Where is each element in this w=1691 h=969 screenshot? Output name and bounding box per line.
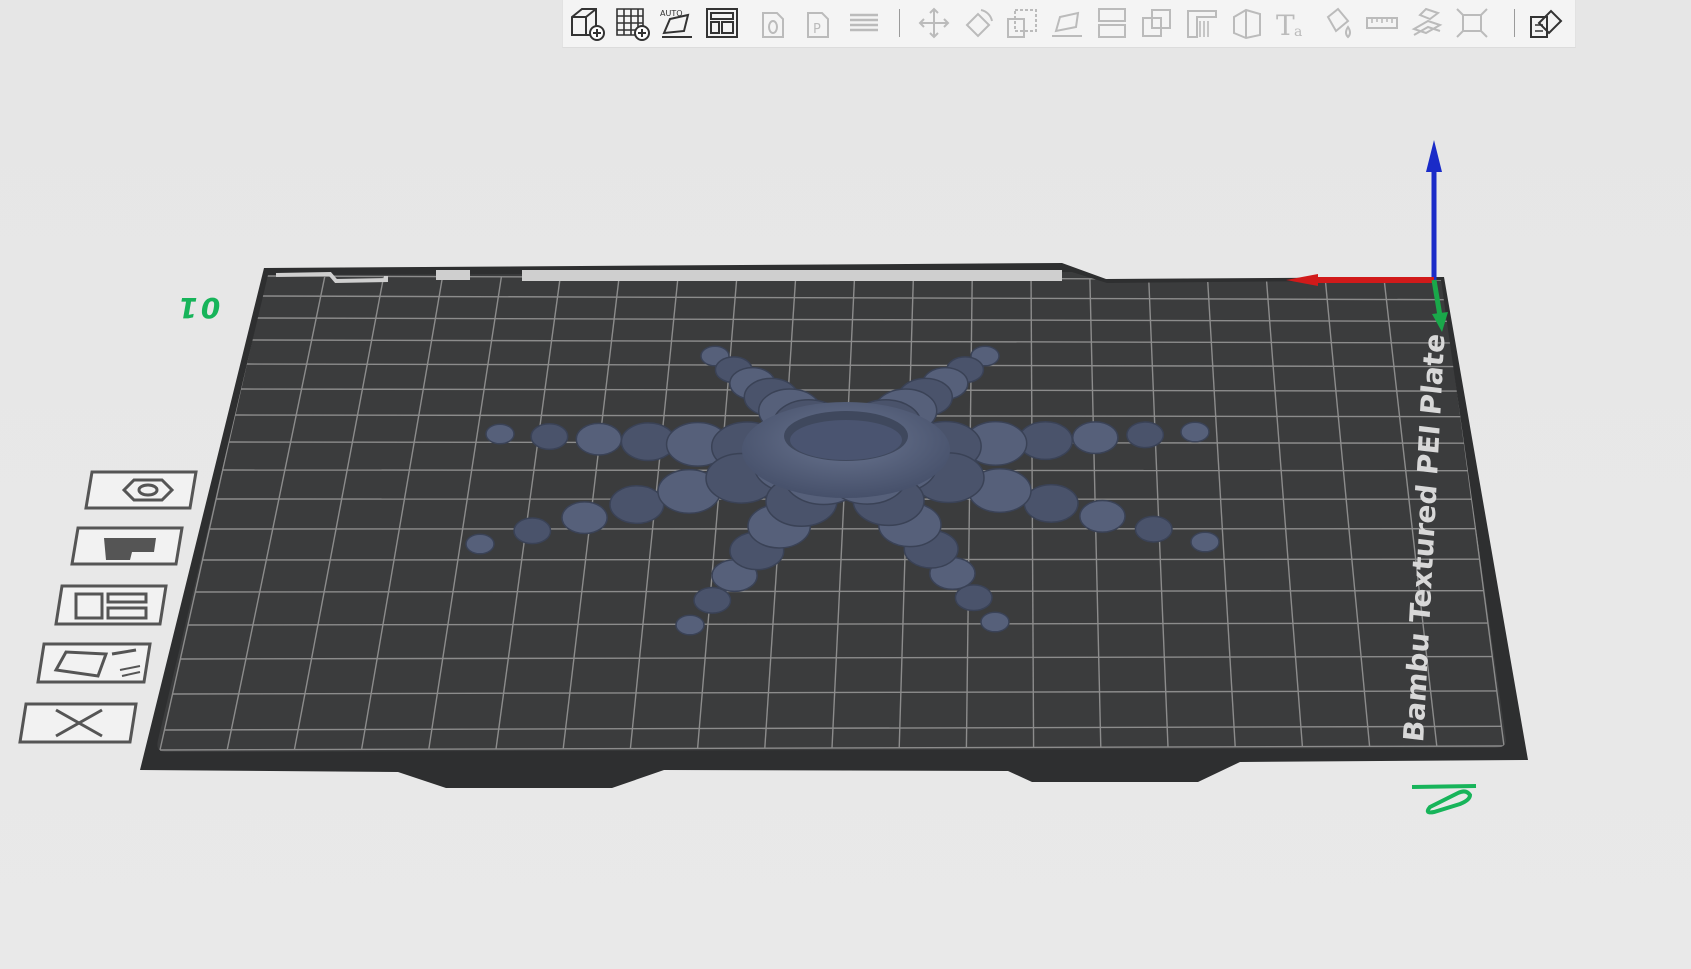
svg-text:P: P — [813, 22, 821, 37]
copy-button[interactable] — [755, 5, 793, 41]
star-segment — [1190, 531, 1220, 553]
svg-text:T: T — [1276, 9, 1295, 41]
star-segment — [1071, 421, 1119, 455]
add-object-icon — [571, 8, 605, 41]
star-segment — [675, 614, 705, 636]
lock-plate-button[interactable] — [70, 524, 188, 568]
auto-orient-button[interactable]: AUTO — [658, 5, 696, 41]
seam-paint-button[interactable] — [1228, 5, 1266, 41]
view-control-icon — [1530, 9, 1563, 38]
rotate-icon — [965, 9, 993, 38]
explode-icon — [1456, 8, 1488, 38]
assembly-view-button[interactable] — [1527, 5, 1565, 41]
boolean-icon — [1142, 9, 1171, 37]
star-segment — [693, 586, 732, 614]
plate-top-strip — [522, 270, 1062, 281]
paste-button[interactable]: P — [800, 5, 838, 41]
auto-orient-plate-button[interactable] — [36, 640, 156, 686]
star-segment — [1126, 421, 1165, 449]
3d-viewport[interactable]: 01 Bambu Textured PEI Plate — [0, 0, 1691, 969]
arrange-plate-icon — [54, 584, 168, 626]
star-segment — [513, 517, 552, 545]
arrange-icon — [706, 8, 738, 38]
auto-orient-plate-icon — [36, 642, 152, 684]
plate-number: 01 — [172, 291, 224, 324]
scale-icon — [1007, 9, 1037, 38]
measure-icon — [1366, 17, 1398, 29]
cut-icon — [1098, 8, 1126, 38]
cut-button[interactable] — [1093, 5, 1131, 41]
color-paint-icon — [1326, 7, 1351, 39]
delete-plate-button[interactable] — [18, 700, 140, 746]
support-paint-button[interactable] — [1183, 5, 1221, 41]
split-button[interactable] — [1453, 5, 1491, 41]
plate-settings-button[interactable] — [84, 468, 202, 512]
lock-plate-icon — [70, 526, 184, 566]
copy-icon — [762, 12, 784, 38]
star-segment — [530, 423, 569, 451]
arrange-button[interactable] — [703, 5, 741, 41]
toolbar-separator — [899, 9, 900, 37]
auto-orient-icon: AUTO — [660, 9, 692, 38]
star-segment — [561, 501, 608, 535]
layers-icon — [850, 13, 878, 32]
star-segment — [465, 533, 495, 555]
star-segment — [1180, 421, 1210, 443]
plate-origin-marker — [1411, 784, 1477, 815]
svg-text:a: a — [1294, 24, 1302, 40]
color-paint-button[interactable] — [1318, 5, 1356, 41]
delete-plate-icon — [18, 702, 138, 744]
text-icon: Ta — [1276, 9, 1302, 41]
lay-on-face-icon — [1052, 11, 1082, 37]
boolean-button[interactable] — [1138, 5, 1176, 41]
star-segment — [980, 611, 1010, 633]
move-icon — [918, 7, 950, 39]
toolbar-separator — [1514, 9, 1515, 37]
measure-button[interactable] — [1363, 5, 1401, 41]
star-segment — [1079, 499, 1126, 533]
grid-line — [202, 558, 1480, 561]
seam-paint-icon — [1233, 8, 1261, 40]
star-segment — [1134, 515, 1173, 543]
paste-icon: P — [807, 12, 829, 38]
star-segment — [609, 485, 665, 525]
rotate-button[interactable] — [959, 5, 997, 41]
text-button[interactable]: Ta — [1273, 5, 1311, 41]
star-segment — [1023, 483, 1079, 523]
arrange-plate-button[interactable] — [54, 582, 172, 628]
layers-button[interactable] — [845, 5, 883, 41]
top-toolbar: AUTO P Ta — [562, 0, 1576, 48]
add-plate-icon — [616, 8, 650, 41]
assembly-button[interactable] — [1408, 5, 1446, 41]
star-segment — [485, 423, 515, 445]
add-plate-button[interactable] — [613, 5, 651, 41]
lay-on-face-button[interactable] — [1048, 5, 1086, 41]
assembly-icon — [1411, 7, 1443, 36]
star-segment — [575, 422, 623, 456]
plate-settings-icon — [84, 470, 198, 510]
support-paint-icon — [1187, 10, 1217, 38]
scale-button[interactable] — [1003, 5, 1041, 41]
move-button[interactable] — [915, 5, 953, 41]
add-object-button[interactable] — [568, 5, 606, 41]
